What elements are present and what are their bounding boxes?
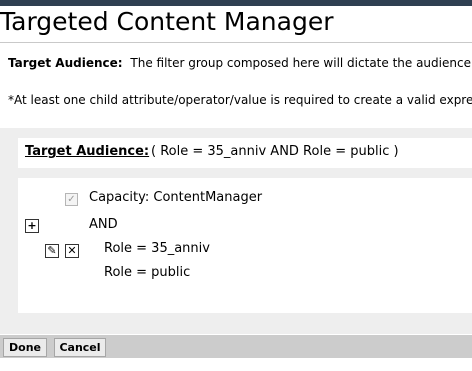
audience-header: Target Audience: ( Role = 35_anniv AND R… <box>18 138 472 168</box>
delete-group-button[interactable]: ✕ <box>65 244 79 258</box>
operator-label: AND <box>89 217 118 232</box>
required-note: *At least one child attribute/operator/v… <box>8 93 472 107</box>
capacity-label: Capacity: ContentManager <box>89 190 263 205</box>
done-button[interactable]: Done <box>3 338 47 357</box>
capacity-checkbox[interactable]: ✓ <box>65 193 78 206</box>
title-divider <box>0 42 472 43</box>
intro-label: Target Audience: <box>8 56 123 70</box>
checkmark-icon: ✓ <box>67 194 76 205</box>
intro-text: The filter group composed here will dict… <box>130 56 472 70</box>
add-condition-button[interactable]: + <box>25 219 39 233</box>
intro-line: Target Audience: The filter group compos… <box>8 55 472 71</box>
audience-expression: ( Role = 35_anniv AND Role = public ) <box>151 144 399 159</box>
cancel-button[interactable]: Cancel <box>54 338 106 357</box>
x-icon: ✕ <box>67 244 77 257</box>
page-title: Targeted Content Manager <box>0 7 334 36</box>
audience-label[interactable]: Target Audience: <box>25 144 149 159</box>
plus-icon: + <box>27 219 37 232</box>
condition-item: Role = 35_anniv <box>104 241 210 256</box>
condition-item: Role = public <box>104 265 191 280</box>
pencil-icon: ✎ <box>47 244 57 257</box>
edit-group-button[interactable]: ✎ <box>45 244 59 258</box>
